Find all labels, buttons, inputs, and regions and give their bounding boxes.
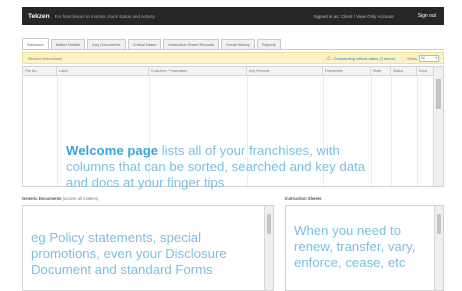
tab-welcome[interactable]: Welcome: [22, 38, 49, 49]
column-header-status[interactable]: Status: [391, 67, 417, 76]
column-divider: [391, 76, 392, 186]
tab-bar: Welcome Matter Details Key Documents Cri…: [22, 38, 283, 49]
column-header-file-no[interactable]: File No.: [23, 67, 57, 76]
sign-out-link[interactable]: Sign out: [418, 13, 436, 19]
column-header-customer[interactable]: Customer / Franchisee: [149, 67, 247, 76]
welcome-annotation: Welcome page lists all of your franchise…: [66, 143, 366, 191]
generic-documents-title: Generic Documents: [22, 196, 62, 201]
generic-documents-subtitle: (across all matters): [62, 196, 99, 201]
show-select[interactable]: All ▾: [419, 54, 439, 62]
tab-divider: [22, 49, 444, 50]
column-divider: [417, 76, 418, 186]
generic-documents-scrollbar[interactable]: [264, 206, 273, 290]
brand-logo: Tekzen: [28, 12, 50, 20]
scrollbar-thumb[interactable]: [267, 214, 271, 234]
generic-documents-panel: eg Policy statements, special promotions…: [22, 205, 274, 291]
generic-documents-annotation: eg Policy statements, special promotions…: [31, 230, 227, 277]
warning-icon: ⚠: [326, 55, 332, 62]
column-divider: [57, 76, 58, 186]
show-select-value: All: [421, 56, 425, 60]
column-header-franchisee[interactable]: Franchisee: [323, 67, 371, 76]
column-header-label[interactable]: Label: [57, 67, 149, 76]
chevron-down-icon: ▾: [435, 56, 437, 60]
scrollbar-thumb[interactable]: [437, 214, 441, 234]
login-status: Signed in as: Client / View Only Account: [313, 13, 394, 19]
column-header-state[interactable]: State: [371, 67, 391, 76]
instruction-sheets-annotation: When you need to renew, transfer, vary, …: [294, 223, 416, 270]
instruction-sheets-panel: When you need to renew, transfer, vary, …: [285, 205, 444, 291]
tab-reports[interactable]: Reports: [256, 39, 281, 49]
tab-instruction-sheets[interactable]: Instruction Sheet Records: [163, 39, 220, 49]
tab-matter-details[interactable]: Matter Details: [50, 39, 86, 49]
column-divider: [371, 76, 372, 186]
instruction-sheets-scrollbar[interactable]: [434, 206, 443, 290]
instruction-sheets-heading: Instruction Sheets: [285, 196, 322, 201]
table-scrollbar[interactable]: [433, 67, 443, 186]
top-bar: Tekzen For franchisors to monitor, track…: [22, 7, 444, 25]
critical-dates-link[interactable]: Outstanding critical dates (3 items): [333, 56, 395, 61]
alert-bar: Recent Instructions ⚠ Outstanding critic…: [22, 52, 444, 64]
alert-notice: Recent Instructions: [28, 55, 63, 61]
tab-key-documents[interactable]: Key Documents: [87, 39, 126, 49]
instruction-sheets-title: Instruction Sheets: [285, 196, 322, 201]
column-header-key-persons[interactable]: Key Persons: [247, 67, 323, 76]
tab-email-history[interactable]: Email History: [221, 39, 255, 49]
scrollbar-thumb[interactable]: [436, 79, 441, 109]
tab-critical-dates[interactable]: Critical Dates: [127, 39, 162, 49]
welcome-title: Welcome page: [66, 143, 159, 158]
show-label: Show: [406, 55, 417, 61]
table-header: File No. Label Customer / Franchisee Key…: [23, 67, 435, 76]
tagline: For franchisors to monitor, track status…: [54, 13, 155, 19]
generic-documents-heading: Generic Documents (across all matters): [22, 196, 98, 201]
